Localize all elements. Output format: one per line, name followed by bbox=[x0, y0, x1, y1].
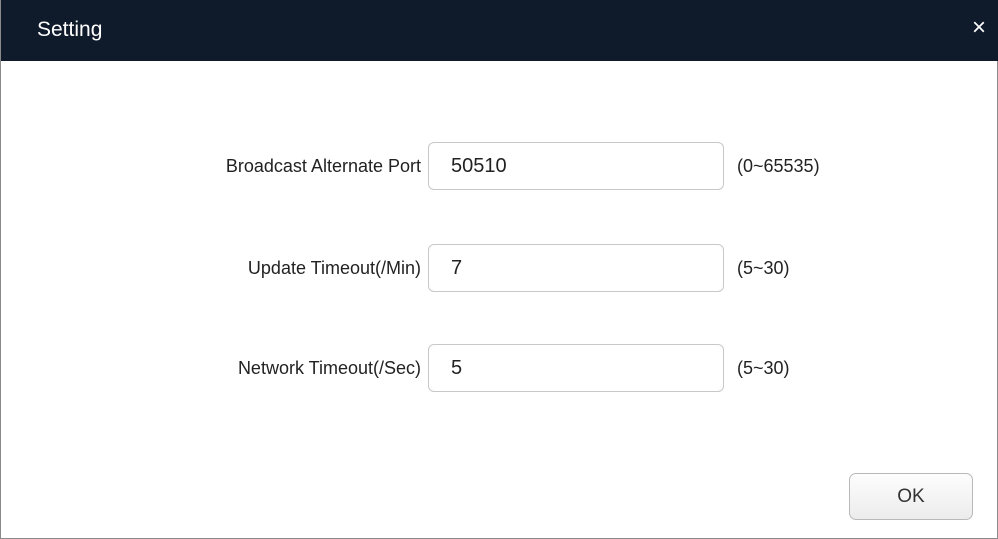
broadcast-alternate-port-label: Broadcast Alternate Port bbox=[225, 156, 421, 176]
dialog-title: Setting bbox=[37, 18, 103, 41]
update-timeout-input[interactable] bbox=[428, 244, 724, 292]
title-bar: Setting × bbox=[1, 0, 998, 61]
update-timeout-label: Update Timeout(/Min) bbox=[247, 258, 421, 278]
close-icon[interactable]: × bbox=[965, 14, 993, 42]
network-timeout-input[interactable] bbox=[428, 344, 724, 392]
broadcast-alternate-port-range: (0~65535) bbox=[737, 156, 820, 176]
broadcast-alternate-port-input[interactable] bbox=[428, 142, 724, 190]
update-timeout-range: (5~30) bbox=[737, 258, 790, 278]
setting-dialog: Setting × Broadcast Alternate Port (0~65… bbox=[0, 0, 998, 539]
network-timeout-label: Network Timeout(/Sec) bbox=[237, 358, 421, 378]
network-timeout-range: (5~30) bbox=[737, 358, 790, 378]
ok-button[interactable]: OK bbox=[849, 473, 973, 520]
